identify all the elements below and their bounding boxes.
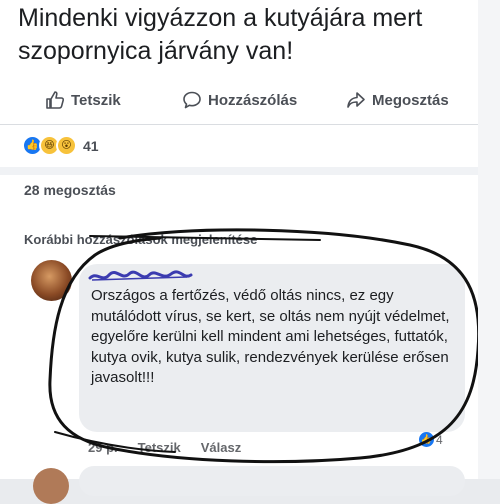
share-icon [347,92,365,108]
post-card: Mindenki vigyázzon a kutyájára mert szop… [0,0,478,504]
comment-reply-link[interactable]: Válasz [201,440,241,455]
comment-icon [183,91,201,109]
divider [0,167,478,175]
post-text: Mindenki vigyázzon a kutyájára mert szop… [18,4,423,65]
comment-button[interactable]: Hozzászólás [182,90,297,110]
divider [0,124,478,125]
previous-comments-link[interactable]: Korábbi hozzászólások megjelenítése [24,232,257,247]
shares-count[interactable]: 28 megosztás [24,182,116,198]
wow-icon: 😮 [56,135,77,156]
comment-text: Országos a fertőzés, védő oltás nincs, e… [91,287,450,386]
comment-bubble: Országos a fertőzés, védő oltás nincs, e… [79,264,465,432]
comment-label: Hozzászólás [208,91,298,109]
reaction-count: 41 [83,137,99,154]
like-label: Tetszik [71,91,121,109]
thumbs-up-icon [46,91,65,109]
reaction-summary[interactable]: 👍 😆 😮 41 [22,135,99,156]
like-icon: 👍 [419,432,434,447]
like-button[interactable]: Tetszik [45,90,121,110]
comment-timestamp: 29 p. [88,440,118,455]
avatar[interactable] [31,260,72,301]
scribbled-author-name [88,270,193,281]
post-actions-bar: Tetszik Hozzászólás Megosztás [0,86,478,118]
avatar[interactable] [33,468,69,504]
comment-like-link[interactable]: Tetszik [138,440,181,455]
share-button[interactable]: Megosztás [346,90,449,110]
comment-bubble [79,466,465,496]
comment-reaction-count: 4 [436,432,443,447]
comment-reactions[interactable]: 👍 4 [419,432,443,447]
comment-meta: 29 p. Tetszik Válasz [88,440,241,455]
screen-edge [478,0,500,479]
share-label: Megosztás [372,91,449,109]
